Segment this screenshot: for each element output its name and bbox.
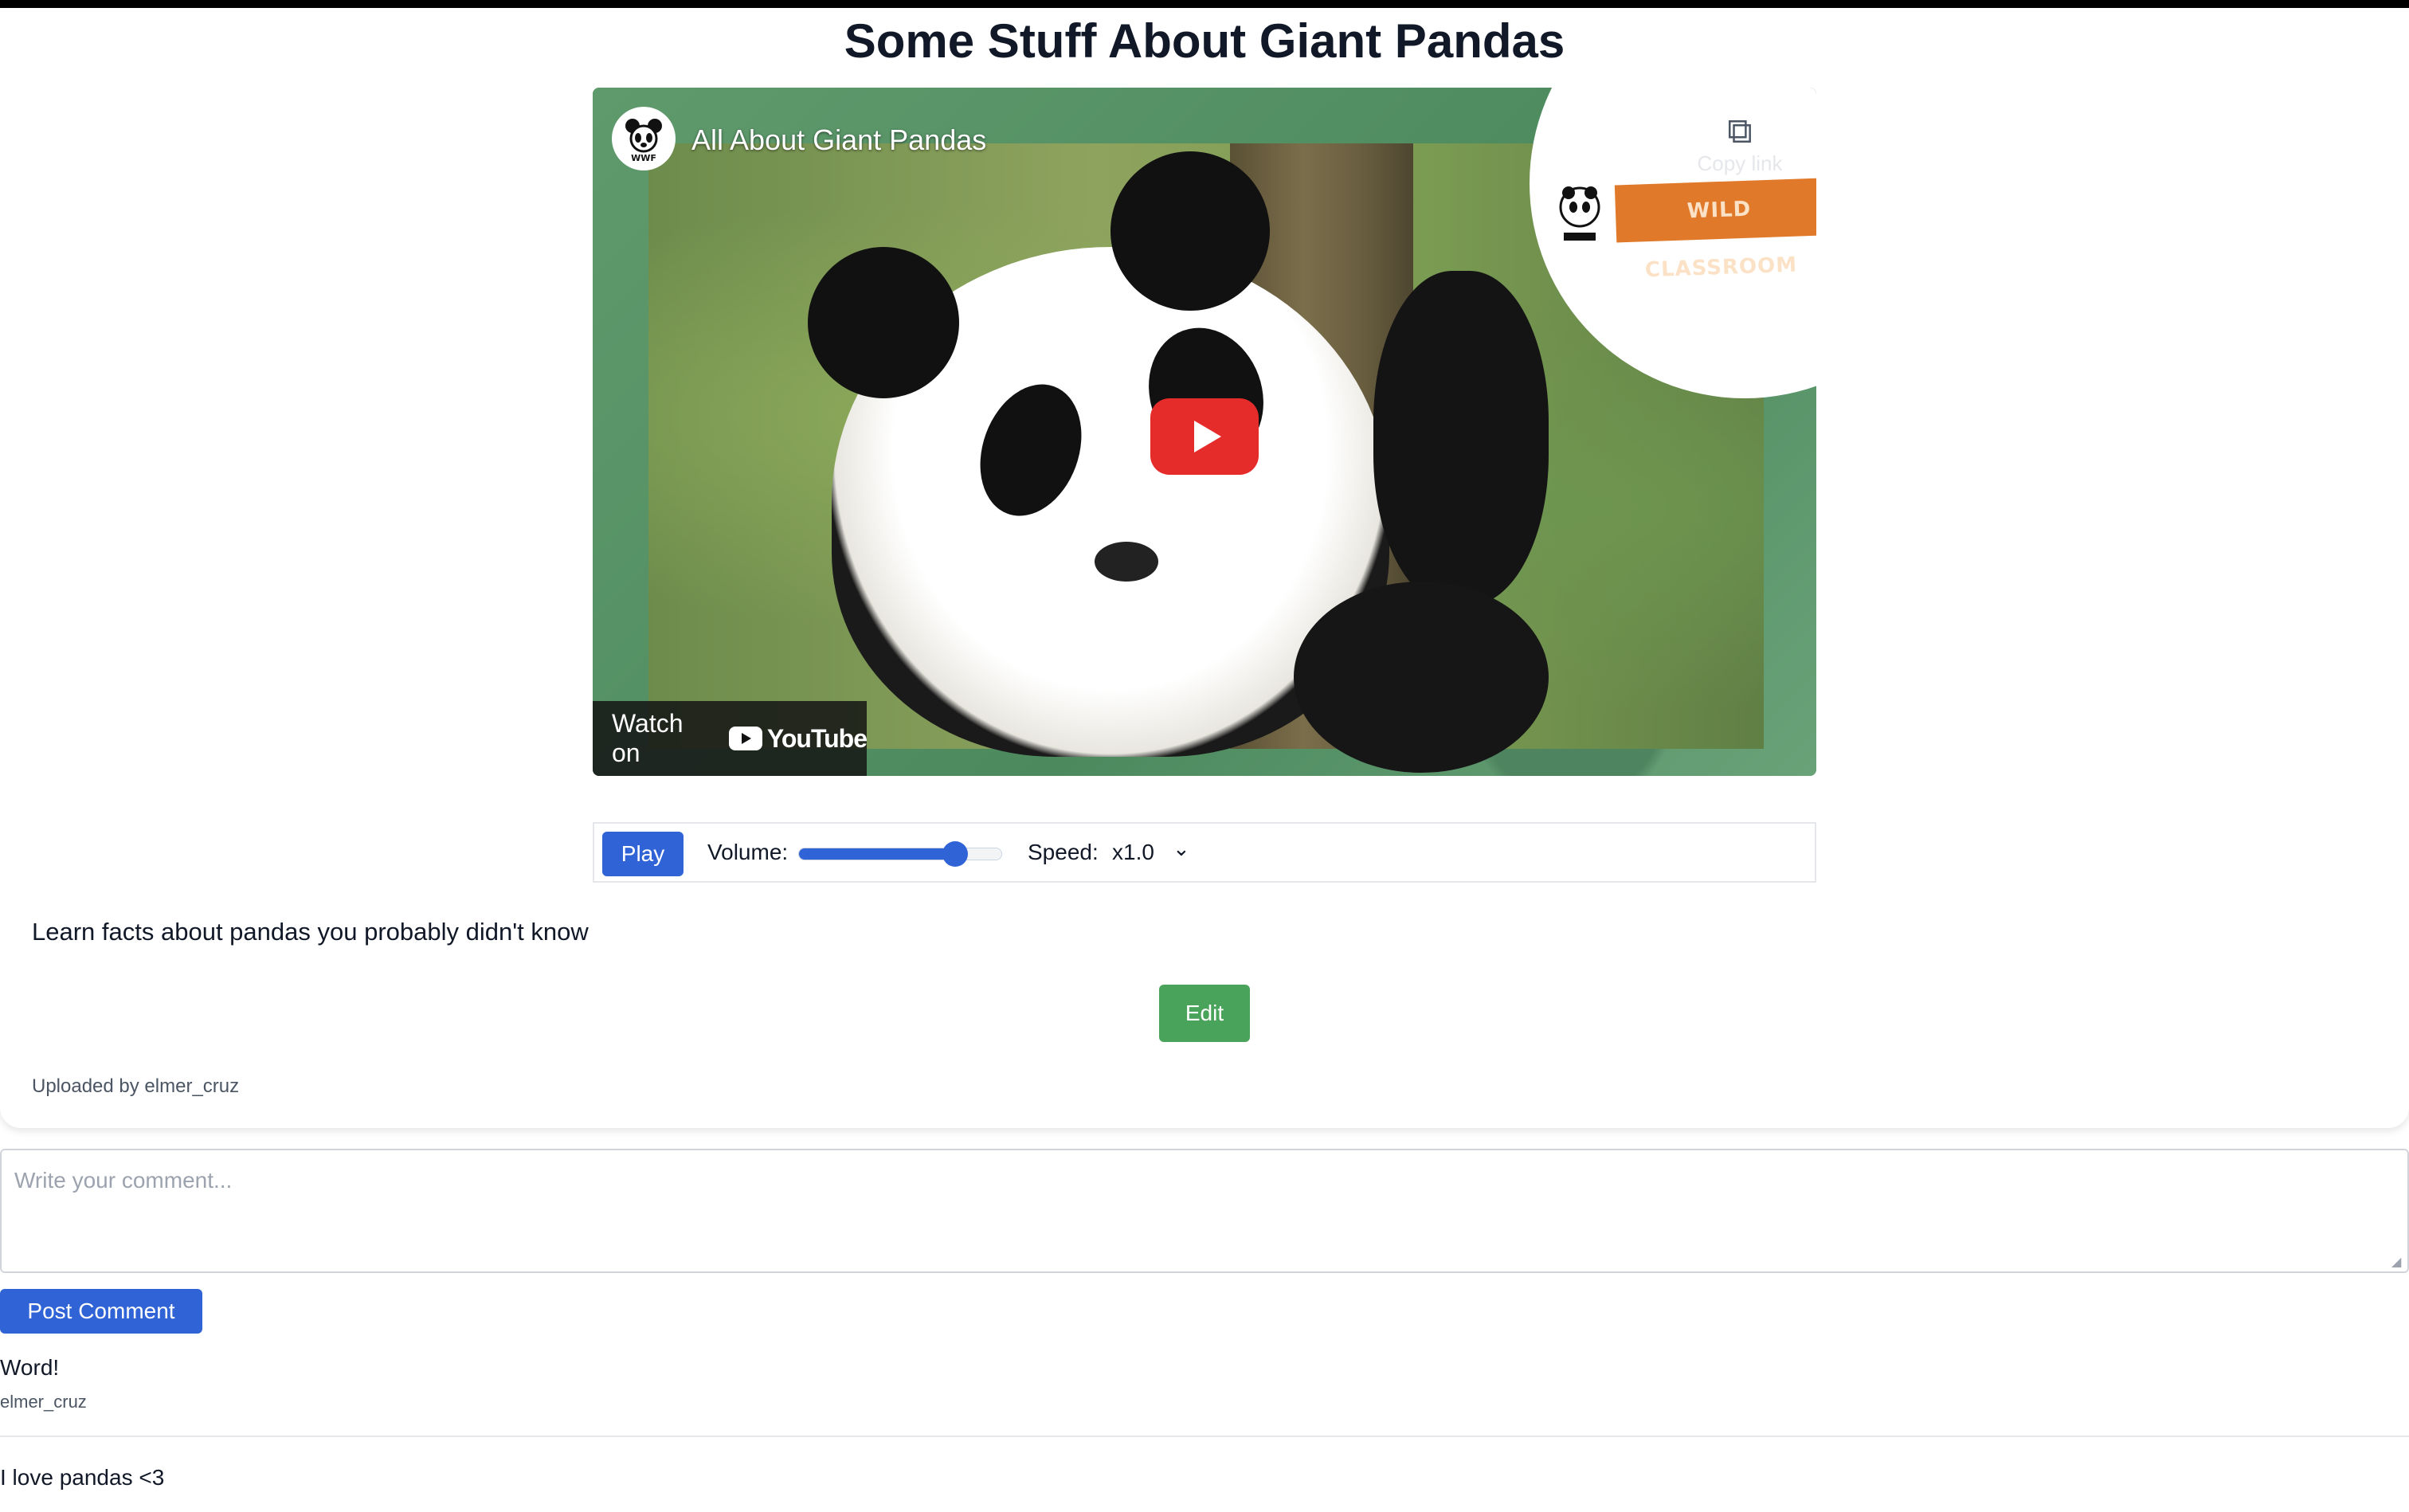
wwf-logo-icon xyxy=(1549,175,1611,255)
comment-input[interactable] xyxy=(0,1149,2409,1273)
volume-slider[interactable] xyxy=(798,848,1002,860)
channel-logo-text: WWF xyxy=(631,153,656,163)
youtube-label: YouTube xyxy=(766,723,868,753)
uploaded-by: Uploaded by elmer_cruz xyxy=(32,1075,240,1097)
volume-slider-handle[interactable] xyxy=(942,841,969,867)
comment-text: I love pandas <3 xyxy=(0,1465,165,1490)
panda-nose xyxy=(1095,542,1158,582)
video-player[interactable]: WILD CLASSROOM ⧉ Copy link WWF All About… xyxy=(593,88,1816,776)
volume-slider-fill xyxy=(799,848,955,860)
comment-item: I love pandas <3 xyxy=(0,1464,2409,1501)
panda-paw xyxy=(1373,271,1549,605)
comment-divider xyxy=(0,1436,2409,1437)
resize-handle-icon[interactable]: ◢ xyxy=(2391,1255,2406,1270)
play-button[interactable]: Play xyxy=(602,832,684,876)
copy-link-label: Copy link xyxy=(1697,151,1783,175)
post-comment-button[interactable]: Post Comment xyxy=(0,1289,202,1334)
speed-label: Speed: xyxy=(1028,840,1099,864)
speed-select[interactable]: x1.0 xyxy=(1112,840,1154,865)
player-controls: Play Volume: Speed: x1.0 ⌄ xyxy=(593,822,1816,883)
channel-logo-icon[interactable]: WWF xyxy=(612,107,676,170)
volume-label: Volume: xyxy=(707,840,789,864)
play-icon xyxy=(1194,421,1221,452)
comment-author: elmer_cruz xyxy=(0,1392,87,1412)
panda-ear-left xyxy=(808,247,959,398)
video-title[interactable]: All About Giant Pandas xyxy=(691,123,986,158)
copy-icon: ⧉ xyxy=(1727,112,1753,151)
youtube-play-button[interactable] xyxy=(1150,398,1259,475)
watch-on-youtube-button[interactable]: Watch on YouTube xyxy=(593,701,868,776)
chevron-down-icon[interactable]: ⌄ xyxy=(1173,836,1190,861)
wild-classroom-banner: WILD CLASSROOM xyxy=(1614,178,1816,282)
panda-ear-right xyxy=(1110,151,1270,311)
copy-link-button[interactable]: ⧉ Copy link xyxy=(1684,112,1796,183)
video-description: Learn facts about pandas you probably di… xyxy=(32,918,589,946)
comment-item: Word! elmer_cruz xyxy=(0,1354,2409,1413)
comment-text: Word! xyxy=(0,1355,60,1380)
youtube-play-icon xyxy=(728,727,762,750)
page-title: Some Stuff About Giant Pandas xyxy=(844,14,1565,68)
video-card: Some Stuff About Giant Pandas WILD CLASS… xyxy=(0,8,2409,1128)
top-bar xyxy=(0,0,2409,8)
watch-on-label: Watch on xyxy=(612,709,684,767)
panda-shoulder xyxy=(1294,582,1549,773)
edit-button[interactable]: Edit xyxy=(1159,985,1250,1042)
youtube-logo: YouTube xyxy=(728,723,868,754)
